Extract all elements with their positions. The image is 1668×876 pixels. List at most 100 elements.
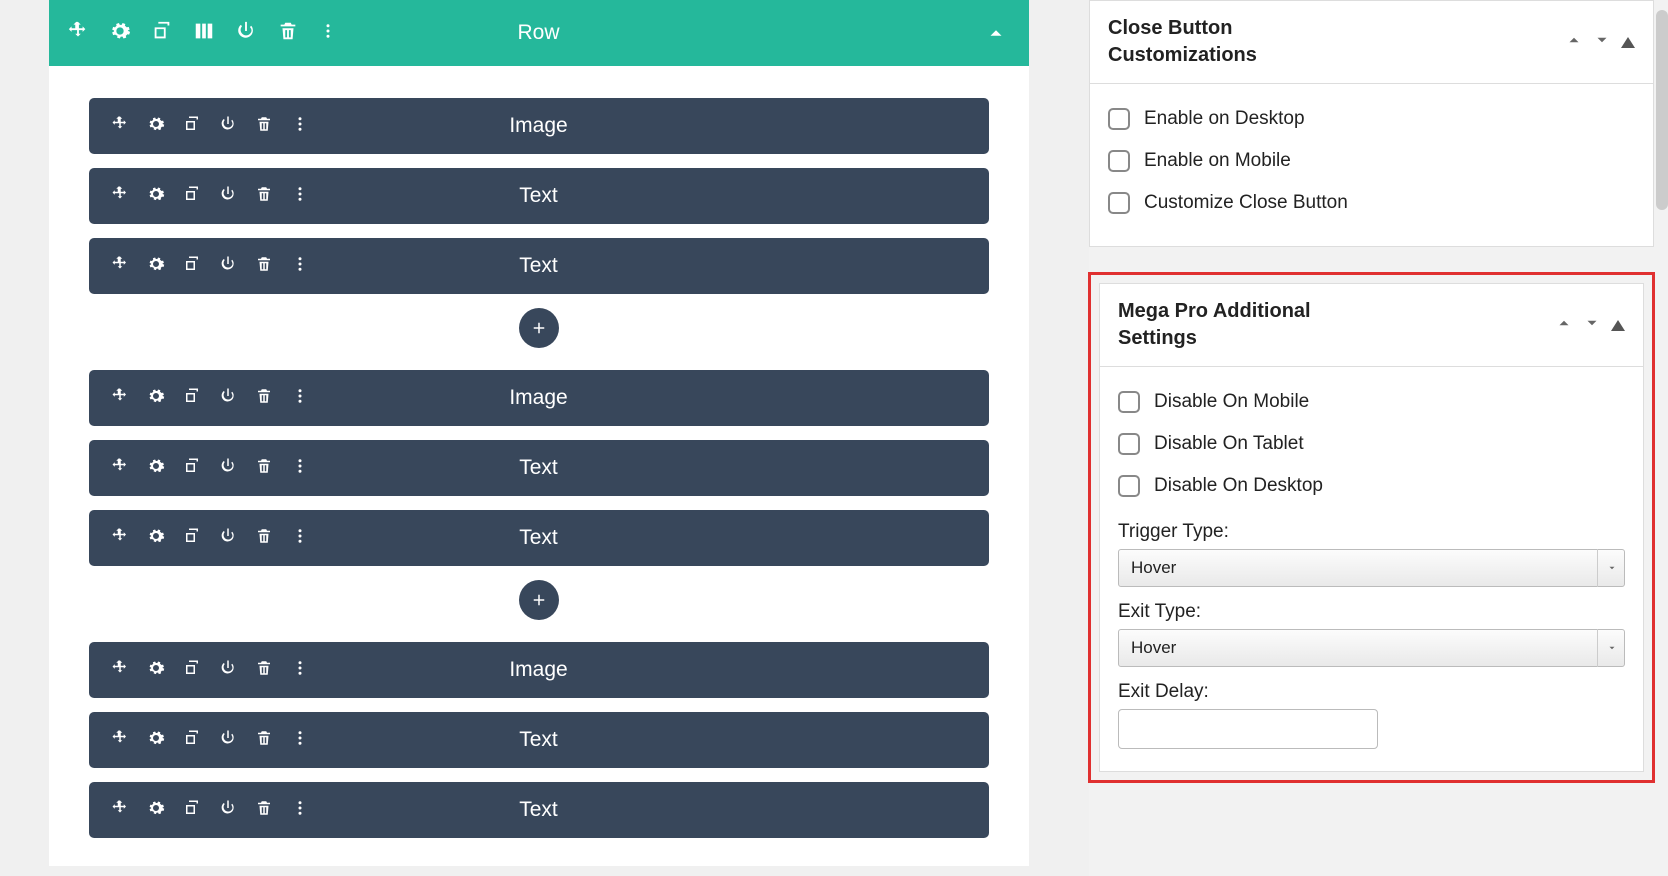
scrollbar[interactable] [1656,10,1668,210]
gear-icon[interactable] [147,659,165,682]
duplicate-icon[interactable] [183,799,201,822]
power-icon[interactable] [219,457,237,480]
add-block-button[interactable] [519,308,559,348]
gear-icon[interactable] [147,115,165,138]
gear-icon[interactable] [147,729,165,752]
duplicate-icon[interactable] [183,387,201,410]
power-icon[interactable] [219,527,237,550]
power-icon[interactable] [219,387,237,410]
checkbox[interactable] [1118,433,1140,455]
more-icon[interactable] [291,185,309,208]
power-icon[interactable] [219,255,237,278]
gear-icon[interactable] [147,527,165,550]
move-icon[interactable] [111,115,129,138]
chevron-up-icon[interactable] [1555,314,1573,337]
content-block[interactable]: Image [89,370,989,426]
move-icon[interactable] [111,527,129,550]
gear-icon[interactable] [147,185,165,208]
exit-delay-input[interactable] [1118,709,1378,749]
power-icon[interactable] [235,20,257,47]
duplicate-icon[interactable] [183,527,201,550]
block-toolbar [111,185,309,208]
gear-icon[interactable] [109,20,131,47]
more-icon[interactable] [291,527,309,550]
move-icon[interactable] [67,20,89,47]
checkbox[interactable] [1108,150,1130,172]
chevron-down-icon[interactable] [1593,31,1611,54]
add-block-button[interactable] [519,580,559,620]
checkbox-label: Disable On Mobile [1154,391,1309,413]
panel-header[interactable]: Mega Pro Additional Settings [1100,284,1643,367]
trash-icon[interactable] [255,659,273,682]
trash-icon[interactable] [255,387,273,410]
checkbox-row: Disable On Desktop [1118,465,1625,507]
content-block[interactable]: Image [89,98,989,154]
block-toolbar [111,659,309,682]
duplicate-icon[interactable] [183,457,201,480]
content-block[interactable]: Text [89,238,989,294]
power-icon[interactable] [219,185,237,208]
content-block[interactable]: Text [89,782,989,838]
checkbox[interactable] [1108,192,1130,214]
content-block[interactable]: Text [89,440,989,496]
more-icon[interactable] [291,115,309,138]
more-icon[interactable] [291,255,309,278]
move-icon[interactable] [111,799,129,822]
power-icon[interactable] [219,729,237,752]
checkbox[interactable] [1118,391,1140,413]
move-icon[interactable] [111,729,129,752]
duplicate-icon[interactable] [183,115,201,138]
panel-close-button: Close Button Customizations Enable on De… [1089,0,1654,247]
checkbox[interactable] [1108,108,1130,130]
duplicate-icon[interactable] [183,729,201,752]
duplicate-icon[interactable] [151,20,173,47]
more-icon[interactable] [291,799,309,822]
gear-icon[interactable] [147,387,165,410]
move-icon[interactable] [111,387,129,410]
select-value: Hover [1118,629,1625,667]
block-toolbar [111,115,309,138]
trash-icon[interactable] [255,255,273,278]
power-icon[interactable] [219,799,237,822]
move-icon[interactable] [111,457,129,480]
trash-icon[interactable] [255,185,273,208]
content-block[interactable]: Text [89,168,989,224]
trash-icon[interactable] [255,115,273,138]
trash-icon[interactable] [255,729,273,752]
trash-icon[interactable] [277,20,299,47]
gear-icon[interactable] [147,799,165,822]
trigger-type-select[interactable]: Hover [1118,549,1625,587]
chevron-up-icon[interactable] [1565,31,1583,54]
power-icon[interactable] [219,115,237,138]
checkbox[interactable] [1118,475,1140,497]
duplicate-icon[interactable] [183,659,201,682]
collapse-button[interactable] [985,22,1007,44]
checkbox-label: Disable On Tablet [1154,433,1304,455]
more-icon[interactable] [291,729,309,752]
move-icon[interactable] [111,185,129,208]
panel-header[interactable]: Close Button Customizations [1090,1,1653,84]
trash-icon[interactable] [255,799,273,822]
move-icon[interactable] [111,659,129,682]
gear-icon[interactable] [147,255,165,278]
more-icon[interactable] [319,22,337,45]
more-icon[interactable] [291,457,309,480]
content-block[interactable]: Text [89,712,989,768]
move-icon[interactable] [111,255,129,278]
duplicate-icon[interactable] [183,255,201,278]
duplicate-icon[interactable] [183,185,201,208]
checkbox-row: Enable on Mobile [1108,140,1635,182]
chevron-down-icon[interactable] [1583,314,1601,337]
collapse-triangle-icon[interactable] [1611,320,1625,331]
trash-icon[interactable] [255,457,273,480]
gear-icon[interactable] [147,457,165,480]
content-block[interactable]: Image [89,642,989,698]
exit-type-select[interactable]: Hover [1118,629,1625,667]
more-icon[interactable] [291,387,309,410]
trash-icon[interactable] [255,527,273,550]
collapse-triangle-icon[interactable] [1621,37,1635,48]
more-icon[interactable] [291,659,309,682]
content-block[interactable]: Text [89,510,989,566]
columns-icon[interactable] [193,20,215,47]
power-icon[interactable] [219,659,237,682]
